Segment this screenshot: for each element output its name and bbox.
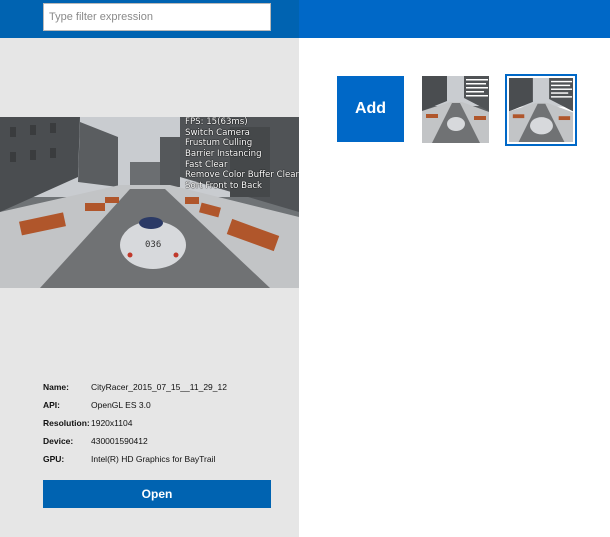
overlay-line-barrier-instancing: Barrier Instancing	[185, 149, 262, 160]
overlay-line-sort-front-to-back: Sort Front to Back	[185, 181, 263, 192]
overlay-line-switch-camera: Switch Camera	[185, 127, 250, 138]
detail-value-gpu: Intel(R) HD Graphics for BayTrail	[91, 454, 216, 464]
preview-debug-overlay: FPS: 15(63ms) Switch Camera Frustum Cull…	[185, 117, 299, 192]
detail-value-api: OpenGL ES 3.0	[91, 400, 151, 410]
car-number-label: 036	[145, 240, 161, 250]
overlay-line-fps: FPS: 15(63ms)	[185, 117, 248, 127]
overlay-line-frustum-culling: Frustum Culling	[185, 138, 253, 149]
capture-thumbnail-selected[interactable]	[505, 74, 577, 146]
right-header-bar	[299, 0, 610, 38]
detail-row-gpu: GPU: Intel(R) HD Graphics for BayTrail	[43, 454, 283, 472]
capture-thumbnail[interactable]	[422, 76, 489, 143]
overlay-line-remove-color-buffer-clear: Remove Color Buffer Clear	[185, 170, 299, 181]
detail-row-name: Name: CityRacer_2015_07_15__11_29_12	[43, 382, 283, 400]
capture-details: Name: CityRacer_2015_07_15__11_29_12 API…	[43, 382, 283, 472]
detail-row-device: Device: 430001590412	[43, 436, 283, 454]
detail-value-resolution: 1920x1104	[91, 418, 133, 428]
detail-label-name: Name:	[43, 382, 69, 392]
overlay-line-fast-clear: Fast Clear	[185, 159, 228, 170]
detail-row-resolution: Resolution: 1920x1104	[43, 418, 283, 436]
detail-value-name: CityRacer_2015_07_15__11_29_12	[91, 382, 227, 392]
filter-expression-input[interactable]	[43, 3, 271, 31]
open-button[interactable]: Open	[43, 480, 271, 508]
detail-value-device: 430001590412	[91, 436, 148, 446]
detail-row-api: API: OpenGL ES 3.0	[43, 400, 283, 418]
detail-label-gpu: GPU:	[43, 454, 65, 464]
detail-label-api: API:	[43, 400, 60, 410]
detail-label-device: Device:	[43, 436, 74, 446]
add-button[interactable]: Add	[337, 76, 404, 142]
detail-label-resolution: Resolution:	[43, 418, 90, 428]
